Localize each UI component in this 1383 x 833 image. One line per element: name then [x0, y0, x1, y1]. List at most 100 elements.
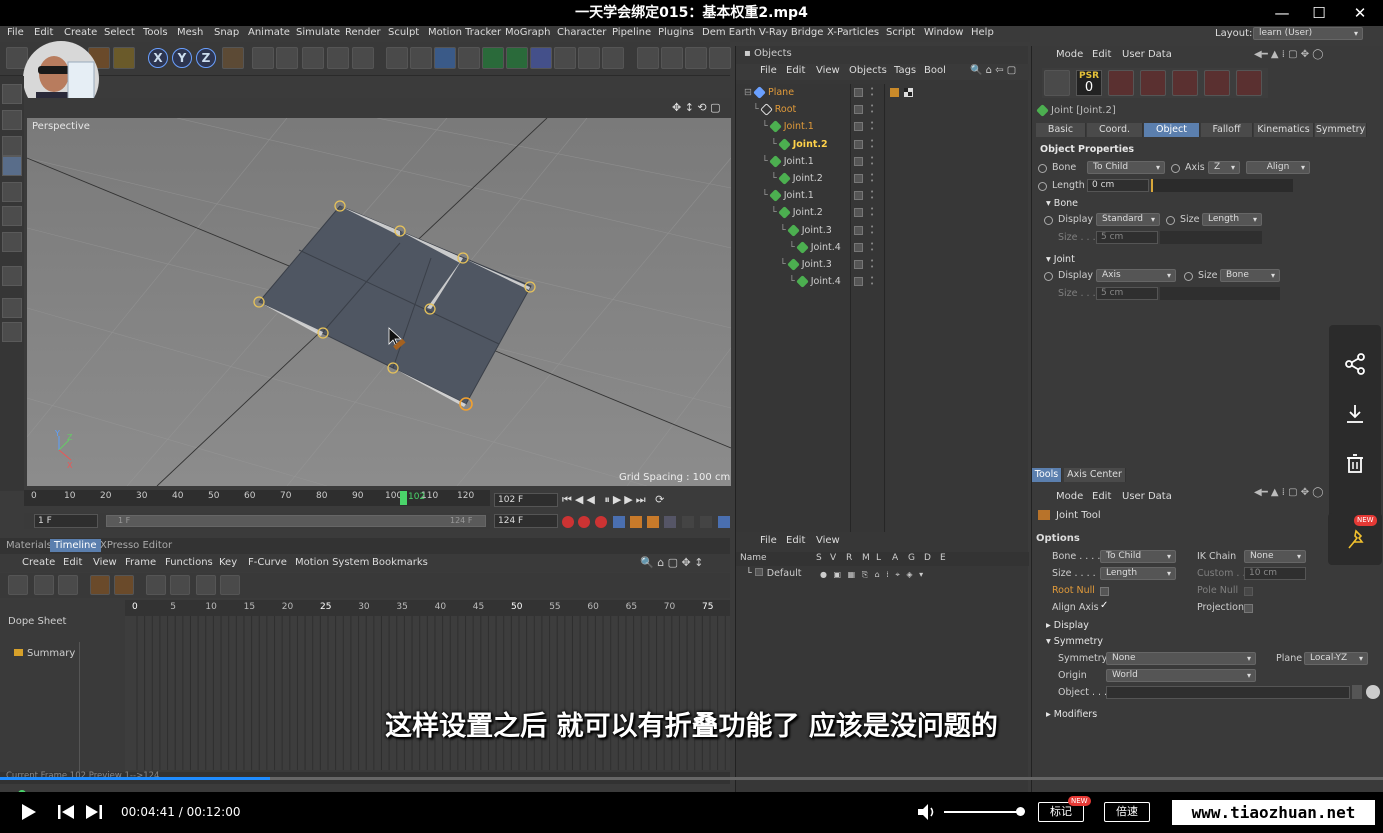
dope-sheet-grid[interactable] — [125, 600, 742, 770]
object-enabled-dots[interactable]: • • — [870, 258, 874, 271]
menu-item-render[interactable]: Render — [345, 27, 381, 38]
light-icon[interactable] — [602, 47, 624, 69]
mirror-icon[interactable] — [1204, 70, 1230, 96]
key-ease-icon[interactable] — [220, 575, 240, 595]
key-linear-icon[interactable] — [146, 575, 166, 595]
minimize-button[interactable]: — — [1262, 0, 1302, 26]
menu-item-motion-tracker[interactable]: Motion Tracker — [428, 27, 501, 38]
attributes-menu-edit[interactable]: Edit — [1092, 49, 1111, 60]
axis-dropdown[interactable]: Z — [1208, 161, 1240, 174]
bone-size-field[interactable]: 5 cm — [1096, 231, 1158, 244]
axis-radio[interactable] — [1171, 164, 1180, 173]
viewport-layout-icon[interactable] — [637, 47, 659, 69]
move-tool-icon[interactable] — [113, 47, 135, 69]
plane-dropdown[interactable]: Local-YZ — [1304, 652, 1368, 665]
tools-navigation-icons[interactable]: ◀━ ▲ ⁞ ▢ ✥ ◯ — [1254, 487, 1324, 498]
edges-mode-icon[interactable] — [2, 206, 22, 226]
menu-item-create[interactable]: Create — [64, 27, 97, 38]
object-tree-row[interactable]: └ Joint.4 — [789, 273, 841, 290]
menu-item-sculpt[interactable]: Sculpt — [388, 27, 419, 38]
objects-menu-objects[interactable]: Objects — [849, 65, 887, 76]
pole-null-checkbox[interactable] — [1244, 587, 1253, 596]
projection-checkbox[interactable] — [1244, 604, 1253, 613]
joint-size-radio[interactable] — [1184, 272, 1193, 281]
object-visibility-toggle[interactable] — [854, 122, 863, 132]
play-icon[interactable] — [18, 802, 38, 822]
timeline-menu-functions[interactable]: Functions — [165, 557, 213, 568]
origin-dropdown[interactable]: World — [1106, 669, 1256, 682]
object-visibility-toggle[interactable] — [854, 277, 863, 287]
object-enabled-dots[interactable]: • • — [870, 206, 874, 219]
attribute-tab-object[interactable]: Object — [1144, 123, 1200, 137]
speed-button[interactable]: 倍速 — [1104, 802, 1150, 822]
scene-object-icon[interactable] — [530, 47, 552, 69]
pen-tool-icon[interactable] — [458, 47, 480, 69]
objects-search-icon[interactable]: 🔍 ⌂ ⇦ ▢ — [970, 65, 1016, 76]
attribute-tab-falloff[interactable]: Falloff — [1201, 123, 1253, 137]
joint-size-field[interactable]: 5 cm — [1096, 287, 1158, 300]
coordinate-system-icon[interactable] — [222, 47, 244, 69]
joint-display-dropdown[interactable]: Axis — [1096, 269, 1176, 282]
object-link-arrow[interactable] — [1352, 685, 1362, 699]
object-enabled-dots[interactable]: • • — [870, 172, 874, 185]
objects-menu-file[interactable]: File — [760, 65, 777, 76]
key-step-icon[interactable] — [170, 575, 190, 595]
object-link-field[interactable] — [1106, 686, 1350, 699]
objects-menu-view[interactable]: View — [816, 65, 840, 76]
menu-item-x-particles[interactable]: X-Particles — [827, 27, 879, 38]
timeline-menu-view[interactable]: View — [93, 557, 117, 568]
start-frame-field[interactable]: 1 F — [34, 514, 98, 528]
menu-item-window[interactable]: Window — [924, 27, 963, 38]
menu-item-v-ray-bridge[interactable]: V-Ray Bridge — [759, 27, 823, 38]
object-visibility-toggle[interactable] — [854, 105, 863, 115]
render-settings-icon[interactable] — [327, 47, 349, 69]
bone-section-header[interactable]: ▾ Bone — [1040, 197, 1382, 210]
object-visibility-toggle[interactable] — [854, 174, 863, 183]
timeline-menu-f-curve[interactable]: F-Curve — [248, 557, 287, 568]
x-axis-lock-button[interactable]: X — [148, 48, 168, 68]
object-tree-row[interactable]: └ Joint.3 — [780, 256, 832, 273]
object-enabled-dots[interactable]: • • — [870, 103, 874, 116]
display-section-header[interactable]: ▸ Display — [1040, 619, 1382, 632]
current-frame-field[interactable]: 102 F — [494, 493, 558, 507]
timeline-menu-bookmarks[interactable]: Bookmarks — [372, 557, 428, 568]
render-picture-viewer-icon[interactable] — [276, 47, 298, 69]
symmetry-dropdown[interactable]: None — [1106, 652, 1256, 665]
layers-menu-edit[interactable]: Edit — [786, 535, 805, 546]
layers-menu-file[interactable]: File — [760, 535, 777, 546]
object-tree-row[interactable]: └ Joint.2 — [771, 170, 823, 187]
timeline-menu-edit[interactable]: Edit — [63, 557, 82, 568]
object-tree-row[interactable]: └ Joint.4 — [789, 239, 841, 256]
tab-materials[interactable]: Materials — [2, 539, 56, 552]
timeline-navigate-icons[interactable]: 🔍 ⌂ ▢ ✥ ↕ — [640, 556, 704, 569]
menu-item-file[interactable]: File — [7, 27, 24, 38]
key-pen-icon[interactable] — [114, 575, 134, 595]
magnifier-icon[interactable] — [1044, 70, 1070, 96]
tab-xpresso-editor[interactable]: XPresso Editor — [96, 539, 176, 552]
objects-menu-edit[interactable]: Edit — [786, 65, 805, 76]
end-frame-field[interactable]: 124 F — [494, 514, 558, 528]
objects-menu-tags[interactable]: Tags — [894, 65, 916, 76]
snap-icon[interactable] — [2, 298, 22, 318]
menu-item-tools[interactable]: Tools — [143, 27, 168, 38]
menu-item-mograph[interactable]: MoGraph — [505, 27, 550, 38]
object-tree-row[interactable]: └ Joint.1 — [762, 187, 814, 204]
render-region-icon[interactable] — [302, 47, 324, 69]
object-visibility-toggle[interactable] — [854, 88, 863, 97]
summary-track[interactable]: Summary — [14, 648, 75, 659]
bone-radio[interactable] — [1038, 164, 1047, 173]
arrow-right-icon[interactable] — [709, 47, 731, 69]
volume-knob[interactable] — [1016, 807, 1025, 816]
menu-item-edit[interactable]: Edit — [34, 27, 53, 38]
align-button[interactable]: Align — [1246, 161, 1310, 174]
attribute-tab-symmetry[interactable]: Symmetry — [1315, 123, 1367, 137]
menu-item-snap[interactable]: Snap — [214, 27, 239, 38]
key-spline-icon[interactable] — [196, 575, 216, 595]
tools-menu-user-data[interactable]: User Data — [1122, 491, 1172, 502]
bone-size-dropdown[interactable]: Length — [1202, 213, 1262, 226]
joint-display-radio[interactable] — [1044, 272, 1053, 281]
bone-size-radio[interactable] — [1166, 216, 1175, 225]
attributes-menu-user-data[interactable]: User Data — [1122, 49, 1172, 60]
download-icon[interactable] — [1343, 402, 1367, 426]
joint-section-header[interactable]: ▾ Joint — [1040, 253, 1382, 266]
